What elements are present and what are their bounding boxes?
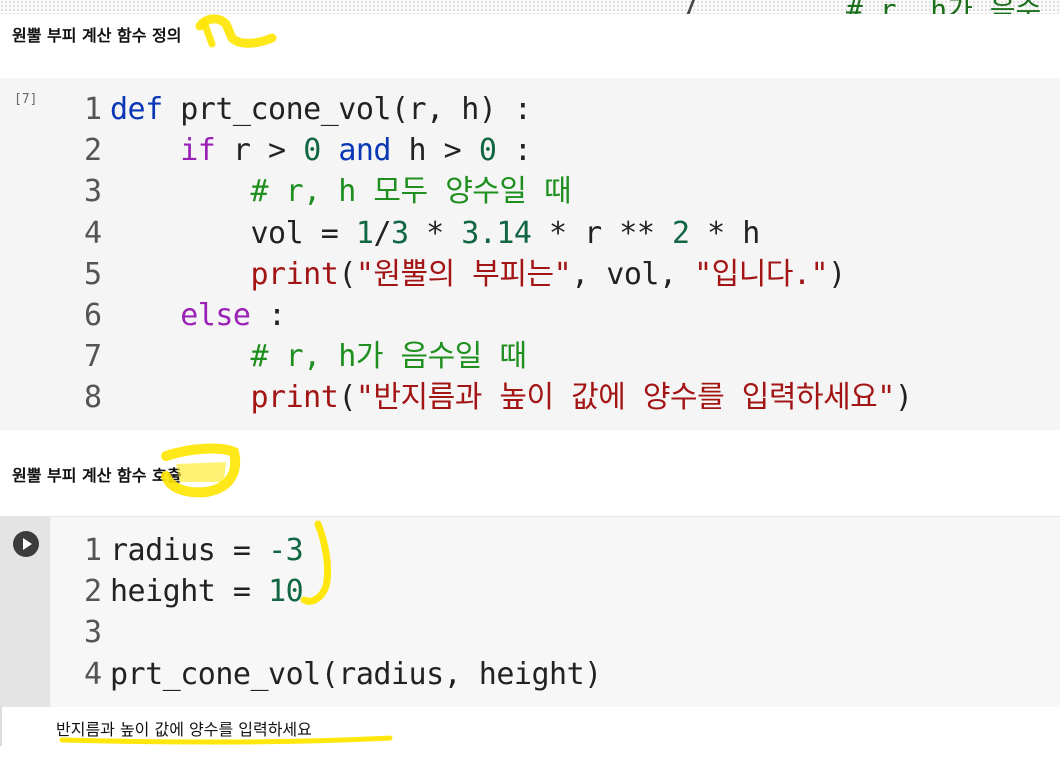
fragment-code: # r, h가 음수 [846, 0, 1041, 14]
code-token: 2 [672, 215, 690, 251]
line-number: 6 [84, 298, 102, 333]
code-token: print [250, 380, 339, 416]
notebook-page: 7 # r, h가 음수 원뿔 부피 계산 함수 정의 [7] 1def prt… [0, 0, 1060, 758]
code-token: radius = [110, 533, 269, 568]
code-token: * h [689, 215, 760, 251]
play-circle-icon[interactable] [13, 531, 39, 557]
code-token: : [496, 133, 532, 169]
markdown-heading-call: 원뿔 부피 계산 함수 호출 [12, 466, 182, 485]
code-text[interactable]: print("반지름과 높이 값에 양수를 입력하세요") [110, 378, 913, 418]
line-number: 8 [84, 380, 102, 416]
cell-output: 반지름과 높이 값에 양수를 입력하세요 [56, 720, 312, 739]
code-token: # r, h가 음수일 때 [250, 339, 528, 375]
line-number: 3 [84, 174, 102, 210]
code-token: r > [215, 133, 304, 169]
code-token: 3.14 [461, 215, 532, 251]
code-token: -3 [268, 533, 304, 568]
code-token: 1 [355, 215, 374, 251]
code-token: , vol, [571, 256, 695, 292]
line-number: 5 [84, 256, 102, 292]
code-token: / [373, 215, 391, 251]
highlight-mark-heading-2-fill [176, 462, 226, 482]
code-text[interactable]: prt_cone_vol(radius, height) [110, 655, 602, 695]
code-token: * r ** [531, 215, 672, 251]
highlight-mark-heading-1-b [200, 18, 216, 48]
fragment-line-number: 7 [682, 0, 699, 14]
code-token: : [250, 298, 286, 333]
code-token: def [110, 92, 163, 127]
highlight-mark-heading-1 [195, 14, 277, 48]
code-text[interactable]: if r > 0 and h > 0 : [110, 131, 532, 171]
cell-gutter [0, 517, 50, 707]
code-token: h > [391, 133, 479, 169]
line-number: 1 [84, 533, 102, 568]
code-token: and [338, 133, 391, 169]
code-token: prt_cone_vol(radius, height) [110, 656, 602, 692]
code-token: ( [338, 256, 356, 292]
markdown-heading-define: 원뿔 부피 계산 함수 정의 [12, 26, 182, 45]
code-text[interactable]: height = 10 [110, 572, 304, 612]
line-number: 4 [84, 656, 102, 692]
code-token: ) [894, 380, 913, 416]
execution-count: [7] [14, 92, 38, 107]
code-token: ) [828, 256, 846, 292]
line-number: 2 [84, 133, 102, 169]
code-token: "원뿔의 부피는" [355, 256, 572, 292]
output-border [0, 706, 2, 746]
code-token: prt_cone_vol(r, h) : [162, 92, 532, 127]
code-token: * [408, 215, 462, 251]
line-number: 3 [84, 615, 102, 651]
code-text[interactable]: radius = -3 [110, 531, 304, 571]
line-number: 4 [84, 215, 102, 251]
code-token: 10 [268, 574, 304, 610]
code-token: 0 [478, 133, 497, 169]
code-text[interactable]: else : [110, 296, 286, 336]
code-token: "입니다." [694, 256, 829, 292]
line-number: 2 [84, 574, 102, 610]
code-text[interactable]: # r, h 모두 양수일 때 [110, 172, 572, 212]
code-token: 3 [391, 215, 409, 251]
code-text[interactable]: def prt_cone_vol(r, h) : [110, 90, 532, 130]
code-text[interactable]: vol = 1/3 * 3.14 * r ** 2 * h [110, 214, 760, 254]
code-token: 0 [303, 133, 321, 169]
code-text[interactable]: print("원뿔의 부피는", vol, "입니다.") [110, 255, 847, 295]
previous-cell-fragment: 7 # r, h가 음수 [0, 0, 1060, 14]
code-cell-call[interactable]: 1 radius = -3 2 height = 10 3 4 prt_cone_vol(r… [0, 516, 1060, 707]
code-token: if [180, 133, 216, 169]
code-token: vol = [110, 215, 356, 251]
code-token: "반지름과 높이 값에 양수를 입력하세요" [355, 380, 895, 416]
line-number: 7 [84, 339, 102, 375]
code-token: # r, h 모두 양수일 때 [250, 174, 572, 210]
code-cell-define[interactable]: [7] 1 def prt_cone_vol(r, h) :2 if r > 0 … [0, 78, 1060, 430]
code-token: ( [338, 380, 356, 416]
code-token: height = [110, 574, 269, 610]
code-text[interactable]: # r, h가 음수일 때 [110, 337, 528, 377]
line-number: 1 [84, 92, 102, 127]
code-token: else [180, 298, 251, 333]
code-token: print [250, 256, 339, 292]
